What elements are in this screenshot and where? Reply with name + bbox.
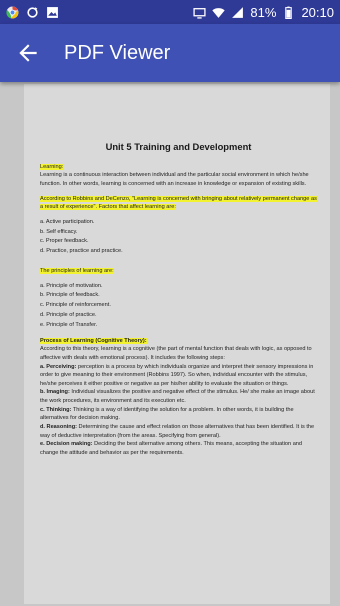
step-e-label: e. Decision making:: [40, 441, 93, 448]
step-b-label: b. Imaging:: [40, 389, 70, 396]
quote-text: According to Robbins and DeCenzo, "Learn…: [40, 195, 317, 211]
chrome-icon: [6, 6, 19, 19]
app-title: PDF Viewer: [64, 41, 171, 64]
principles-heading-block: The principles of learning are:: [40, 267, 317, 276]
step-c-label: c. Thinking:: [40, 406, 72, 413]
signal-icon: [231, 6, 244, 19]
pdf-page[interactable]: Unit 5 Training and Development Learning…: [24, 84, 330, 604]
step-c-text: Thinking is a way of identifying the sol…: [40, 406, 294, 422]
learning-heading: Learning:: [40, 163, 64, 170]
list-item: d. Principle of practice.: [40, 311, 97, 318]
list-item: a. Principle of motivation.: [40, 282, 103, 289]
process-heading: Process of Learning (Cognitive Theory):: [40, 337, 147, 344]
quote-paragraph: According to Robbins and DeCenzo, "Learn…: [40, 195, 317, 212]
list-item: e. Principle of Transfer.: [40, 321, 98, 328]
step-d-label: d. Reasoning:: [40, 424, 77, 431]
system-status: 81% 20:10: [193, 5, 334, 20]
list-item: b. Self efficacy.: [40, 228, 78, 235]
step-a-text: perception is a process by which individ…: [40, 363, 314, 387]
arrow-back-icon: [19, 44, 37, 62]
gallery-icon: [46, 6, 59, 19]
principles-list: a. Principle of motivation. b. Principle…: [40, 282, 317, 331]
screen-mirror-icon: [193, 6, 206, 19]
document-title: Unit 5 Training and Development: [105, 141, 252, 152]
clock: 20:10: [301, 4, 334, 20]
status-bar: 81% 20:10: [0, 0, 340, 24]
sync-icon: [26, 6, 39, 19]
list-item: b. Principle of feedback.: [40, 292, 100, 299]
step-d-text: Determining the cause and effect relatio…: [40, 424, 315, 439]
notification-icons: [6, 6, 59, 19]
battery-percent: 81%: [250, 4, 277, 20]
battery-icon: [282, 6, 295, 19]
step-a-label: a. Perceiving:: [40, 363, 77, 370]
list-item: a. Active participation.: [40, 218, 95, 225]
pdf-viewer[interactable]: Unit 5 Training and Development Learning…: [0, 82, 340, 606]
app-bar: PDF Viewer: [0, 24, 340, 82]
learning-section: Learning: Learning is a continuous inter…: [40, 163, 317, 189]
factors-list: a. Active participation. b. Self efficac…: [40, 218, 317, 257]
process-intro: According to this theory, learning is a …: [40, 346, 312, 361]
learning-paragraph: Learning is a continuous interaction bet…: [40, 172, 309, 187]
list-item: c. Principle of reinforcement.: [40, 302, 111, 309]
list-item: c. Proper feedback.: [40, 238, 89, 245]
process-section: Process of Learning (Cognitive Theory): …: [40, 337, 317, 458]
back-button[interactable]: [0, 24, 56, 82]
step-b-text: Individual visualizes the positive and n…: [40, 389, 315, 405]
list-item: d. Practice, practice and practice.: [40, 248, 123, 255]
wifi-icon: [212, 6, 226, 19]
principles-heading: The principles of learning are:: [40, 267, 114, 274]
